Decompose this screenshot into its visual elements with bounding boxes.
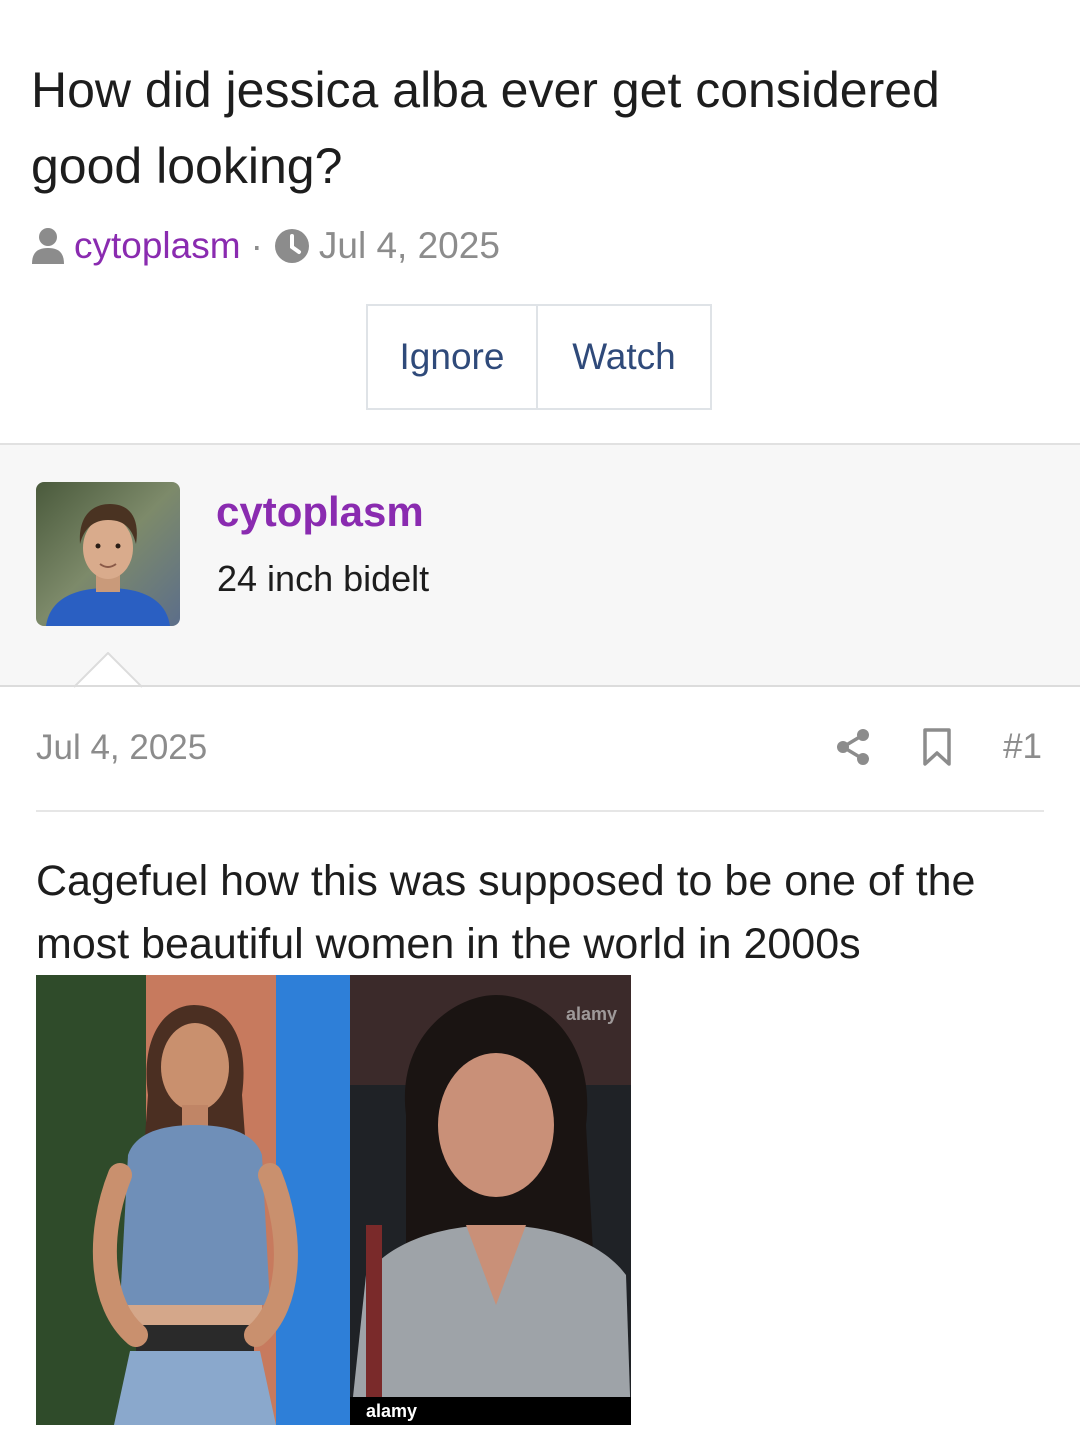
ignore-button[interactable]: Ignore — [366, 304, 538, 410]
bookmark-icon[interactable] — [917, 725, 957, 769]
post-body: Cagefuel how this was supposed to be one… — [36, 857, 976, 968]
meta-separator: · — [250, 225, 263, 266]
watermark-text: alamy — [366, 1401, 417, 1421]
post-number[interactable]: #1 — [1003, 727, 1042, 767]
clock-icon — [273, 227, 311, 265]
post-image[interactable]: alamy alamy — [36, 975, 631, 1425]
thread-meta: cytoplasm · Jul 4, 2025 — [30, 222, 500, 270]
user-icon — [30, 226, 66, 266]
watch-button[interactable]: Watch — [538, 304, 712, 410]
thread-title: How did jessica alba ever get considered… — [31, 62, 940, 194]
user-title: 24 inch bidelt — [217, 558, 430, 599]
divider — [36, 810, 1044, 812]
divider — [0, 685, 1080, 687]
thread-header: How did jessica alba ever get considered… — [0, 0, 1080, 443]
post-date[interactable]: Jul 4, 2025 — [36, 728, 207, 768]
thread-actions: Ignore Watch — [366, 304, 712, 410]
thread-date[interactable]: Jul 4, 2025 — [319, 225, 500, 267]
watermark-text: alamy — [566, 1004, 617, 1024]
speech-pointer — [74, 652, 142, 688]
avatar[interactable] — [36, 482, 180, 626]
post-username[interactable]: cytoplasm — [216, 488, 424, 536]
share-icon[interactable] — [833, 725, 873, 769]
thread-author-link[interactable]: cytoplasm — [74, 225, 241, 267]
post-tools: #1 — [833, 722, 1042, 772]
